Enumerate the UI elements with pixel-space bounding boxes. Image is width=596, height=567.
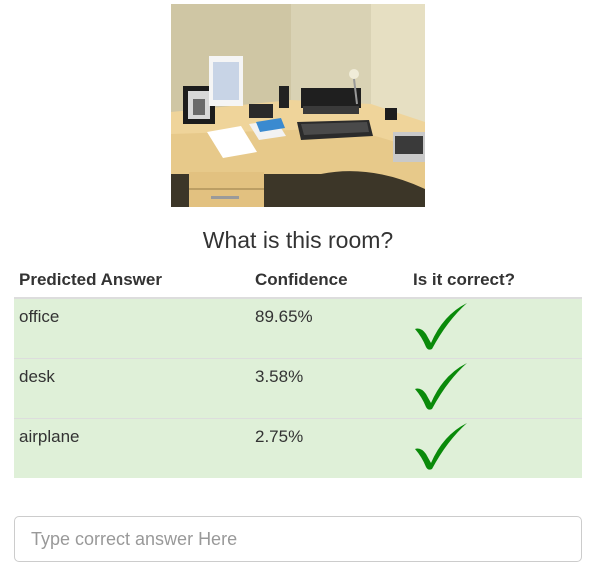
confidence-cell: 3.58% xyxy=(250,358,408,419)
correct-cell xyxy=(408,297,582,359)
confidence-cell: 89.65% xyxy=(250,297,408,359)
correct-cell xyxy=(408,418,582,478)
column-header-correct: Is it correct? xyxy=(408,262,582,299)
confidence-cell: 2.75% xyxy=(250,418,408,478)
column-header-answer: Predicted Answer xyxy=(14,262,250,299)
answer-cell: office xyxy=(14,297,250,359)
table-row: office 89.65% xyxy=(14,297,582,359)
table-row: airplane 2.75% xyxy=(14,418,582,478)
checkmark-icon[interactable] xyxy=(413,421,469,471)
answer-cell: desk xyxy=(14,358,250,419)
table-header-row: Predicted Answer Confidence Is it correc… xyxy=(14,262,582,299)
answer-cell: airplane xyxy=(14,418,250,478)
checkmark-icon[interactable] xyxy=(413,301,469,351)
table-row: desk 3.58% xyxy=(14,358,582,419)
question-title: What is this room? xyxy=(202,227,394,253)
checkmark-icon[interactable] xyxy=(413,361,469,411)
predictions-table: Predicted Answer Confidence Is it correc… xyxy=(14,262,582,478)
correct-cell xyxy=(408,358,582,419)
correct-answer-input[interactable] xyxy=(14,516,582,562)
office-desk-photo xyxy=(171,4,425,207)
column-header-confidence: Confidence xyxy=(250,262,408,299)
